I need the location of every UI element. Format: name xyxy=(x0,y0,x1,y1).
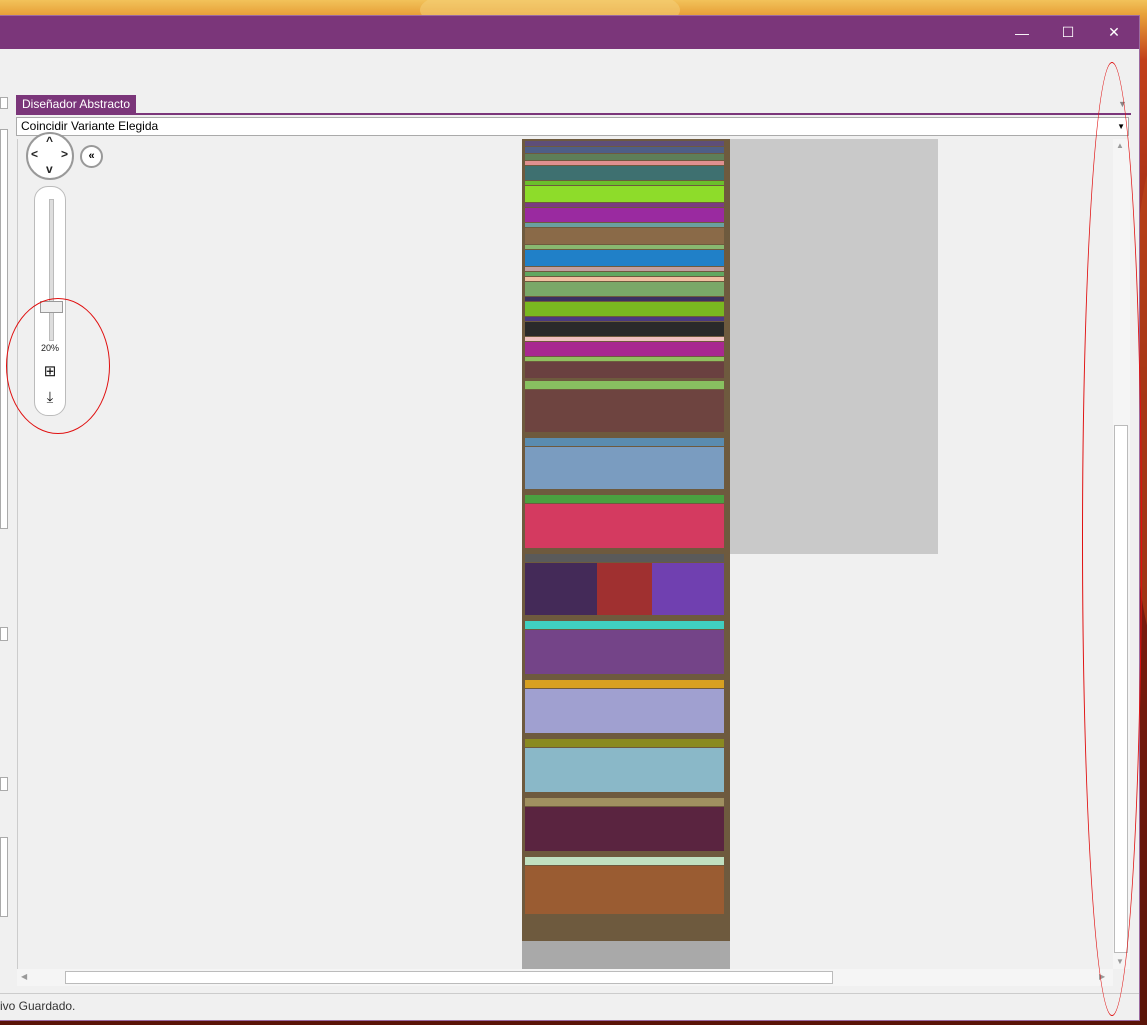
design-block-body xyxy=(525,689,724,733)
title-bar[interactable]: — ☐ ✕ xyxy=(0,16,1139,49)
design-block-header xyxy=(525,438,724,446)
status-text: ivo Guardado. xyxy=(0,999,76,1013)
design-band xyxy=(525,228,724,244)
design-band xyxy=(525,282,724,296)
design-band xyxy=(525,277,724,281)
page-shadow-area xyxy=(730,139,938,554)
design-band xyxy=(525,322,724,336)
design-block-header xyxy=(525,798,724,806)
design-band xyxy=(525,302,724,316)
design-band xyxy=(525,154,724,160)
variant-select[interactable]: Coincidir Variante Elegida ▼ xyxy=(16,117,1129,136)
design-band xyxy=(525,272,724,276)
status-separator xyxy=(0,993,1139,994)
design-band xyxy=(525,342,724,356)
horizontal-scroll-thumb[interactable] xyxy=(65,971,833,984)
pan-arrows-icon[interactable]: ^ v < > xyxy=(26,132,74,180)
design-band xyxy=(525,223,724,227)
design-block-body xyxy=(525,748,724,792)
minimize-button[interactable]: — xyxy=(999,16,1045,49)
design-block-header xyxy=(525,554,724,562)
design-block-header xyxy=(525,621,724,629)
design-band xyxy=(525,337,724,341)
variant-select-value: Coincidir Variante Elegida xyxy=(21,119,159,133)
design-band xyxy=(525,362,724,378)
design-subpanel-left xyxy=(525,563,597,615)
design-band xyxy=(525,161,724,165)
left-panel-edge xyxy=(0,97,9,997)
design-block-header xyxy=(525,739,724,747)
page-bottom-area xyxy=(522,941,730,969)
design-block-body xyxy=(525,504,724,548)
horizontal-scrollbar[interactable]: ◀ ▶ xyxy=(17,969,1113,986)
design-band xyxy=(525,147,724,153)
design-band xyxy=(525,141,724,146)
annotation-ellipse-zoom xyxy=(6,298,110,434)
maximize-button[interactable]: ☐ xyxy=(1045,16,1091,49)
scroll-left-icon[interactable]: ◀ xyxy=(21,972,27,981)
tab-underline xyxy=(16,113,1131,115)
design-band xyxy=(525,166,724,180)
design-block-body xyxy=(525,630,724,674)
design-block-header xyxy=(525,381,724,389)
design-band xyxy=(525,203,724,207)
design-band xyxy=(525,267,724,271)
design-band xyxy=(525,181,724,185)
main-content: Diseñador Abstracto ▼ Coincidir Variante… xyxy=(0,49,1139,1020)
double-chevron-left-icon[interactable]: « xyxy=(80,145,103,168)
design-band xyxy=(525,357,724,361)
design-block-body xyxy=(525,807,724,851)
annotation-ellipse-scrollbar xyxy=(1082,62,1142,1016)
design-block-header xyxy=(525,495,724,503)
design-block-body xyxy=(525,390,724,432)
design-block-header xyxy=(525,857,724,865)
close-button[interactable]: ✕ xyxy=(1091,16,1137,49)
app-window: — ☐ ✕ Diseñador Abstracto ▼ Coincidir Va… xyxy=(0,16,1139,1020)
design-band xyxy=(525,250,724,266)
design-band xyxy=(525,208,724,222)
design-band xyxy=(525,186,724,202)
design-subpanel-right xyxy=(652,563,724,615)
design-band xyxy=(525,317,724,321)
design-block-body xyxy=(525,447,724,489)
tab-disenador-abstracto[interactable]: Diseñador Abstracto xyxy=(16,95,137,113)
design-band xyxy=(525,297,724,301)
abstract-design-page[interactable] xyxy=(522,139,730,941)
design-block-body xyxy=(525,563,724,615)
design-band xyxy=(525,245,724,249)
design-block-body xyxy=(525,866,724,914)
design-block-header xyxy=(525,680,724,688)
design-canvas[interactable] xyxy=(17,139,1114,969)
